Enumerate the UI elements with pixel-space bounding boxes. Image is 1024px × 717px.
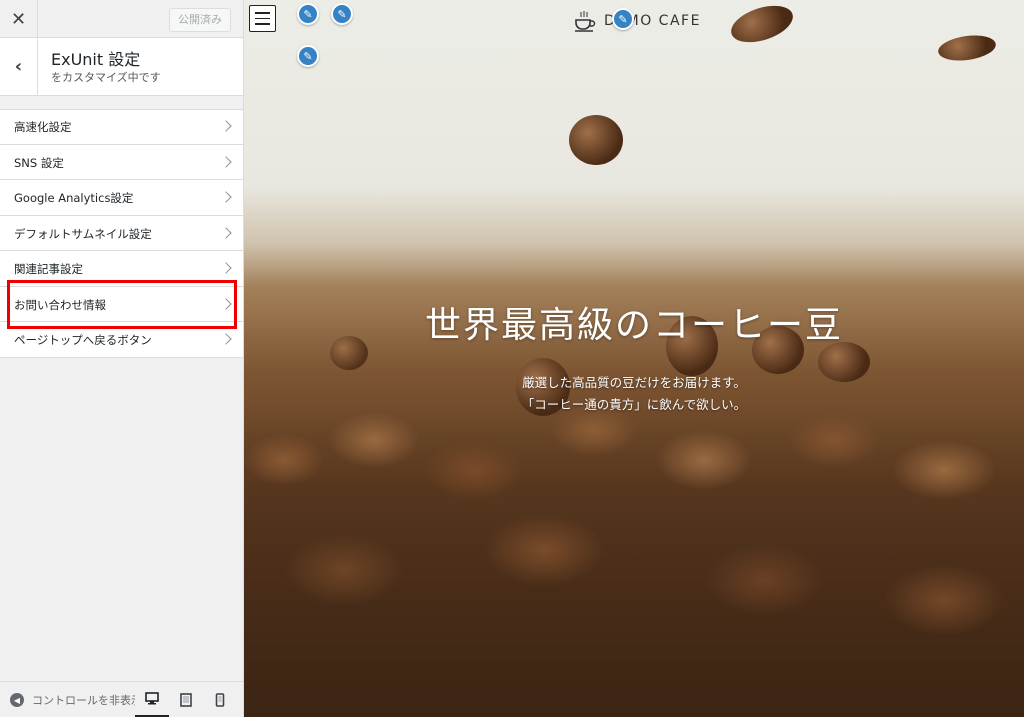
edit-shortcut-pencil-icon[interactable]: ✎ (612, 8, 634, 30)
chevron-right-icon (220, 226, 232, 239)
coffee-bean-image (569, 115, 623, 165)
customizer-footer: ◀ コントロールを非表示 (0, 681, 243, 717)
chevron-right-icon (220, 155, 232, 168)
menu-item-label: 関連記事設定 (14, 262, 83, 276)
menu-item-label: ページトップへ戻るボタン (14, 333, 152, 347)
menu-item-label: SNS 設定 (14, 155, 64, 170)
menu-item-sns[interactable]: SNS 設定 (0, 144, 243, 180)
customizer-topbar: ✕ 公開済み (0, 0, 243, 38)
collapse-arrow-icon: ◀ (10, 693, 24, 707)
edit-shortcut-pencil-icon[interactable]: ✎ (297, 3, 319, 25)
site-preview: ✎ ✎ ✎ DEMO CAFE ✎ 世界最高級のコーヒー豆 厳選した高品質の豆だ… (244, 0, 1024, 717)
customizer-sidebar: ✕ 公開済み ‹ ExUnit 設定 をカスタマイズ中です 高速化設定 SNS … (0, 0, 244, 717)
coffee-bean-image (936, 32, 998, 64)
tablet-preview-button[interactable] (169, 682, 203, 717)
hide-controls-button[interactable]: ◀ コントロールを非表示 (10, 692, 142, 708)
hero-title: 世界最高級のコーヒー豆 (424, 305, 843, 346)
site-logo[interactable]: DEMO CAFE (572, 8, 701, 34)
menu-item-default-thumbnail[interactable]: デフォルトサムネイル設定 (0, 215, 243, 251)
mobile-icon (215, 693, 225, 707)
hamburger-menu-button[interactable] (249, 5, 276, 32)
menu-item-label: Google Analytics設定 (14, 191, 134, 205)
chevron-right-icon (220, 120, 232, 132)
menu-item-label: 高速化設定 (14, 120, 72, 134)
edit-shortcut-pencil-icon[interactable]: ✎ (297, 45, 319, 67)
menu-item-speed[interactable]: 高速化設定 (0, 109, 243, 145)
menu-item-label: デフォルトサムネイル設定 (14, 226, 152, 241)
hero-subtitle-line: 厳選した高品質の豆だけをお届けます。 (522, 375, 746, 390)
chevron-right-icon (220, 333, 232, 345)
menu-item-google-analytics[interactable]: Google Analytics設定 (0, 180, 243, 216)
hero-subtitle-line: 「コーヒー通の貴方」に飲んで欲しい。 (521, 397, 747, 412)
publish-button[interactable]: 公開済み (169, 8, 231, 32)
section-subtitle: をカスタマイズ中です (51, 71, 161, 84)
coffee-bean-image (726, 0, 798, 50)
edit-shortcut-pencil-icon[interactable]: ✎ (331, 3, 353, 25)
chevron-right-icon (220, 262, 232, 274)
hero-subtitle: 厳選した高品質の豆だけをお届けます。 「コーヒー通の貴方」に飲んで欲しい。 (244, 372, 1024, 416)
mobile-preview-button[interactable] (203, 682, 237, 717)
close-customizer-button[interactable]: ✕ (0, 0, 38, 38)
section-title: ExUnit 設定 (51, 50, 141, 69)
chevron-left-icon: ‹ (14, 56, 23, 77)
section-header: ‹ ExUnit 設定 をカスタマイズ中です (0, 38, 243, 96)
coffee-bean-pile-image (244, 400, 1024, 717)
coffee-cup-icon (575, 11, 596, 32)
hide-controls-label: コントロールを非表示 (32, 694, 142, 707)
chevron-right-icon (220, 191, 232, 203)
desktop-icon (145, 692, 159, 705)
highlight-box (7, 280, 237, 329)
desktop-preview-button[interactable] (135, 682, 169, 717)
tablet-icon (180, 693, 192, 707)
device-preview-switcher (135, 682, 237, 717)
back-button[interactable]: ‹ (0, 38, 38, 95)
close-icon: ✕ (10, 8, 27, 30)
